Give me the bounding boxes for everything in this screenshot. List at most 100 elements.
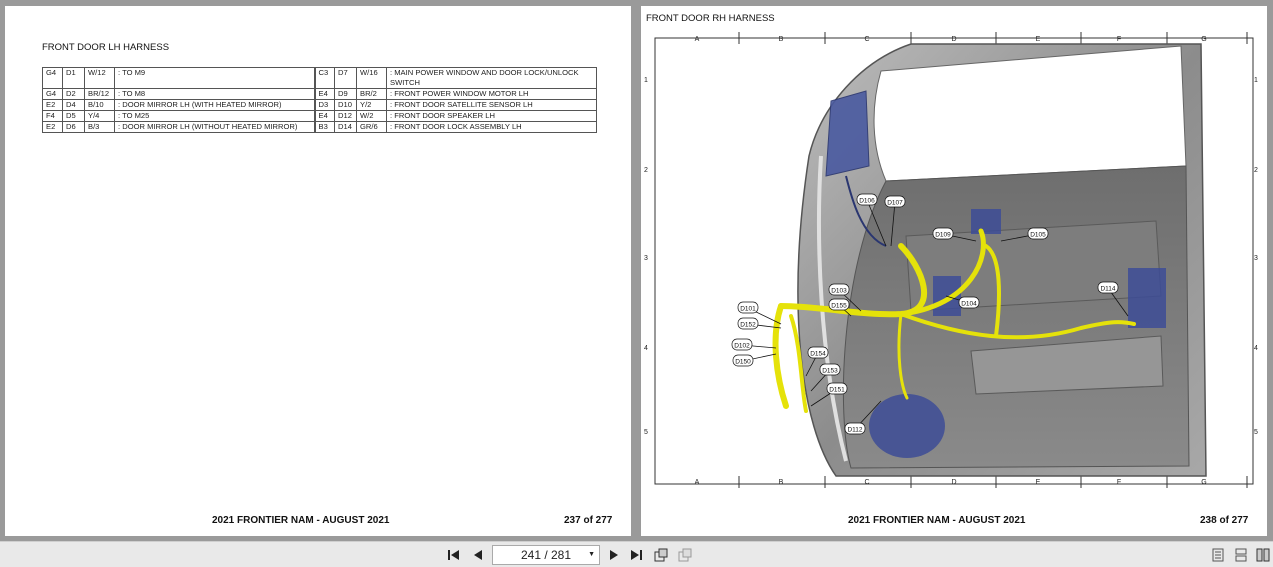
- table-cell: D5: [62, 110, 85, 122]
- chevron-down-icon: ▼: [588, 551, 595, 558]
- table-cell: D1: [62, 67, 85, 89]
- harness-diagram: ABCDEFG ABCDEFG 1 12 23 34 45 5 D106 D10…: [644, 32, 1258, 488]
- grid-row-label: 1: [644, 77, 648, 84]
- two-page-view-icon[interactable]: [1255, 546, 1271, 564]
- svg-text:D106: D106: [859, 198, 875, 205]
- copy-icon[interactable]: [676, 546, 694, 564]
- grid-column-label: G: [1201, 36, 1206, 43]
- table-cell: BR/12: [84, 88, 115, 100]
- footer-title: 2021 FRONTIER NAM - AUGUST 2021: [848, 515, 1026, 526]
- table-cell: Y/2: [356, 99, 387, 111]
- rotate-icon[interactable]: [652, 546, 670, 564]
- single-page-view-icon[interactable]: [1210, 546, 1226, 564]
- svg-text:D109: D109: [935, 232, 951, 239]
- table-cell: F4: [42, 110, 63, 122]
- connector-label-d103: D103: [828, 283, 850, 296]
- connector-label-d106: D106: [856, 193, 878, 206]
- prev-page-icon[interactable]: [470, 546, 486, 564]
- next-page-icon[interactable]: [606, 546, 622, 564]
- table-cell: BR/2: [356, 88, 387, 100]
- connector-label-d154: D154: [807, 346, 829, 359]
- table-cell: C3: [313, 67, 335, 89]
- grid-column-label: C: [864, 479, 869, 486]
- grid-row-label: 5: [1254, 429, 1258, 436]
- grid-column-label: A: [695, 479, 700, 486]
- table-cell: : TO M8: [114, 88, 315, 100]
- connector-label-d151: D151: [826, 382, 848, 395]
- svg-text:D103: D103: [831, 288, 847, 295]
- footer-page-number: 238 of 277: [1200, 515, 1249, 526]
- svg-text:D104: D104: [961, 301, 977, 308]
- continuous-view-icon[interactable]: [1233, 546, 1249, 564]
- table-cell: : FRONT DOOR SPEAKER LH: [386, 110, 597, 122]
- first-page-icon[interactable]: [446, 546, 462, 564]
- connector-label-d153: D153: [819, 363, 841, 376]
- table-cell: : DOOR MIRROR LH (WITHOUT HEATED MIRROR): [114, 121, 315, 133]
- svg-text:D155: D155: [831, 303, 847, 310]
- table-row: G4 D2 BR/12: TO M8 E4 D9 BR/2: FRONT POWER WI…: [42, 88, 597, 100]
- page-number-selector[interactable]: 241 / 281 ▼: [492, 545, 600, 565]
- svg-text:D150: D150: [735, 359, 751, 366]
- footer-title: 2021 FRONTIER NAM - AUGUST 2021: [212, 515, 390, 526]
- grid-row-label: 3: [1254, 255, 1258, 262]
- table-cell: D7: [334, 67, 357, 89]
- table-cell: E4: [313, 88, 335, 100]
- svg-text:D114: D114: [1100, 286, 1115, 293]
- table-cell: D3: [313, 99, 335, 111]
- svg-text:D153: D153: [822, 368, 838, 375]
- table-cell: E4: [313, 110, 335, 122]
- grid-row-label: 4: [644, 345, 648, 352]
- svg-text:D107: D107: [887, 200, 903, 207]
- table-cell: D9: [334, 88, 357, 100]
- grid-row-label: 3: [644, 255, 648, 262]
- table-cell: : FRONT DOOR SATELLITE SENSOR LH: [386, 99, 597, 111]
- table-cell: D12: [334, 110, 357, 122]
- connector-label-d101: D101: [737, 301, 759, 314]
- connector-label-d104: D104: [958, 296, 980, 309]
- grid-column-label: E: [1036, 36, 1041, 43]
- connector-label-d152: D152: [737, 317, 759, 330]
- connector-label-d102: D102: [731, 338, 753, 351]
- svg-text:D102: D102: [734, 343, 750, 350]
- table-cell: : FRONT DOOR LOCK ASSEMBLY LH: [386, 121, 597, 133]
- table-cell: Y/4: [84, 110, 115, 122]
- svg-text:D101: D101: [740, 306, 756, 313]
- last-page-icon[interactable]: [628, 546, 644, 564]
- grid-row-label: 1: [1254, 77, 1258, 84]
- table-row: E2 D6 B/3: DOOR MIRROR LH (WITHOUT HEATED …: [42, 121, 597, 133]
- left-page: FRONT DOOR LH HARNESS G4 D1 W/12: TO M9 C3 D…: [5, 6, 631, 536]
- table-row: F4 D5 Y/4: TO M25 E4 D12 W/2: FRONT DOOR SPEA…: [42, 110, 597, 122]
- connector-label-d107: D107: [884, 195, 906, 208]
- grid-column-label: D: [951, 479, 956, 486]
- grid-column-label: A: [695, 36, 700, 43]
- connector-label-d155: D155: [828, 298, 850, 311]
- table-cell: W/12: [84, 67, 115, 89]
- grid-row-label: 2: [644, 167, 648, 174]
- grid-column-label: B: [779, 36, 784, 43]
- connector-table: G4 D1 W/12: TO M9 C3 D7 W/16: MAIN POWER WIND…: [42, 67, 597, 133]
- table-cell: D4: [62, 99, 85, 111]
- connector-label-d112: D112: [844, 422, 866, 435]
- table-row: E2 D4 B/10: DOOR MIRROR LH (WITH HEATED MI…: [42, 99, 597, 111]
- table-cell: : TO M9: [114, 67, 315, 89]
- table-cell: B/10: [84, 99, 115, 111]
- grid-row-label: 2: [1254, 167, 1258, 174]
- connector-label-d105: D105: [1027, 227, 1049, 240]
- connector-label-d109: D109: [932, 227, 954, 240]
- grid-column-label: E: [1036, 479, 1041, 486]
- svg-text:D151: D151: [829, 387, 845, 394]
- table-cell: : DOOR MIRROR LH (WITH HEATED MIRROR): [114, 99, 315, 111]
- page-indicator: 241 / 281: [520, 548, 572, 562]
- grid-column-label: D: [951, 36, 956, 43]
- table-cell: D2: [62, 88, 85, 100]
- grid-column-labels-bottom: A B C D E F G: [695, 479, 1207, 486]
- table-cell: : TO M25: [114, 110, 315, 122]
- grid-column-label: C: [864, 36, 869, 43]
- page-title: FRONT DOOR LH HARNESS: [42, 42, 170, 53]
- table-cell: D6: [62, 121, 85, 133]
- table-cell: W/2: [356, 110, 387, 122]
- connector-label-d150: D150: [732, 354, 754, 367]
- pdf-toolbar: 241 / 281 ▼: [0, 541, 1273, 567]
- table-cell: D14: [334, 121, 357, 133]
- table-cell: G4: [42, 67, 63, 89]
